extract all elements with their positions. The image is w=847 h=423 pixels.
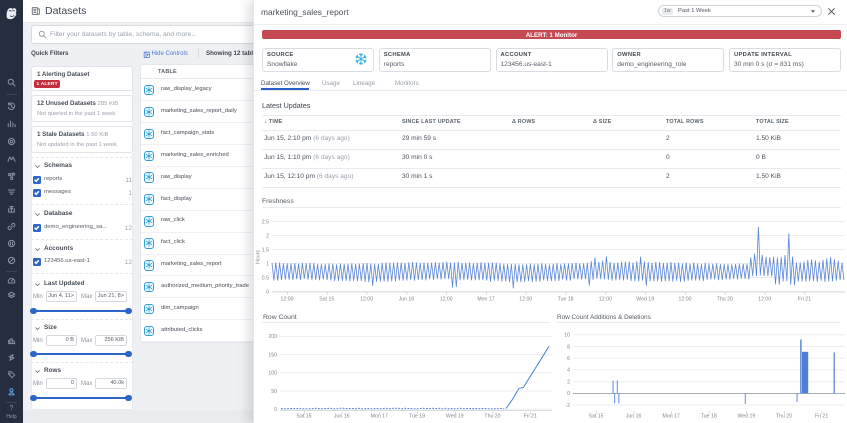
svg-text:0: 0 (567, 391, 570, 397)
svg-text:Tue 18: Tue 18 (409, 414, 425, 420)
svg-text:Sat 15: Sat 15 (297, 414, 312, 420)
svg-text:200: 200 (268, 334, 277, 340)
svg-text:Tue 18: Tue 18 (558, 297, 574, 303)
svg-text:Tue 18: Tue 18 (701, 414, 717, 420)
svg-text:Sat 15: Sat 15 (319, 297, 334, 303)
svg-text:12:00: 12:00 (758, 297, 771, 303)
svg-text:Mon 17: Mon 17 (371, 414, 388, 420)
svg-text:Jun 16: Jun 16 (334, 414, 350, 420)
svg-text:2.5: 2.5 (262, 219, 269, 225)
svg-text:0.5: 0.5 (262, 275, 269, 281)
svg-text:2: 2 (266, 233, 269, 239)
svg-text:150: 150 (268, 352, 277, 358)
svg-text:Fri 21: Fri 21 (815, 414, 828, 420)
svg-text:4: 4 (567, 368, 570, 374)
svg-text:Fri 21: Fri 21 (798, 297, 811, 303)
svg-text:100: 100 (268, 371, 277, 377)
svg-text:8: 8 (567, 344, 570, 350)
svg-text:-2: -2 (565, 403, 570, 409)
svg-text:Wed 19: Wed 19 (738, 414, 756, 420)
svg-text:Mon 17: Mon 17 (477, 297, 494, 303)
svg-text:Sat 15: Sat 15 (589, 414, 604, 420)
svg-text:Wed 19: Wed 19 (446, 414, 464, 420)
svg-text:10: 10 (564, 333, 570, 339)
svg-text:12:00: 12:00 (519, 297, 532, 303)
svg-text:0: 0 (266, 289, 269, 295)
svg-text:0: 0 (274, 407, 277, 413)
svg-text:Thu 20: Thu 20 (776, 414, 792, 420)
svg-text:1.5: 1.5 (262, 247, 269, 253)
svg-text:12:00: 12:00 (599, 297, 612, 303)
svg-text:Jun 16: Jun 16 (626, 414, 642, 420)
svg-text:Fri 21: Fri 21 (524, 414, 537, 420)
svg-text:12:00: 12:00 (679, 297, 692, 303)
svg-text:Thu 20: Thu 20 (717, 297, 733, 303)
svg-text:12:00: 12:00 (440, 297, 453, 303)
svg-text:12:00: 12:00 (281, 297, 294, 303)
svg-text:Hours: Hours (256, 250, 262, 264)
svg-text:12:00: 12:00 (360, 297, 373, 303)
svg-text:Wed 19: Wed 19 (636, 297, 654, 303)
svg-text:2: 2 (567, 380, 570, 386)
svg-text:Jun 16: Jun 16 (399, 297, 415, 303)
svg-text:Mon 17: Mon 17 (663, 414, 680, 420)
svg-text:6: 6 (567, 356, 570, 362)
svg-text:Thu 20: Thu 20 (484, 414, 500, 420)
svg-text:50: 50 (271, 389, 277, 395)
svg-text:1: 1 (266, 261, 269, 267)
